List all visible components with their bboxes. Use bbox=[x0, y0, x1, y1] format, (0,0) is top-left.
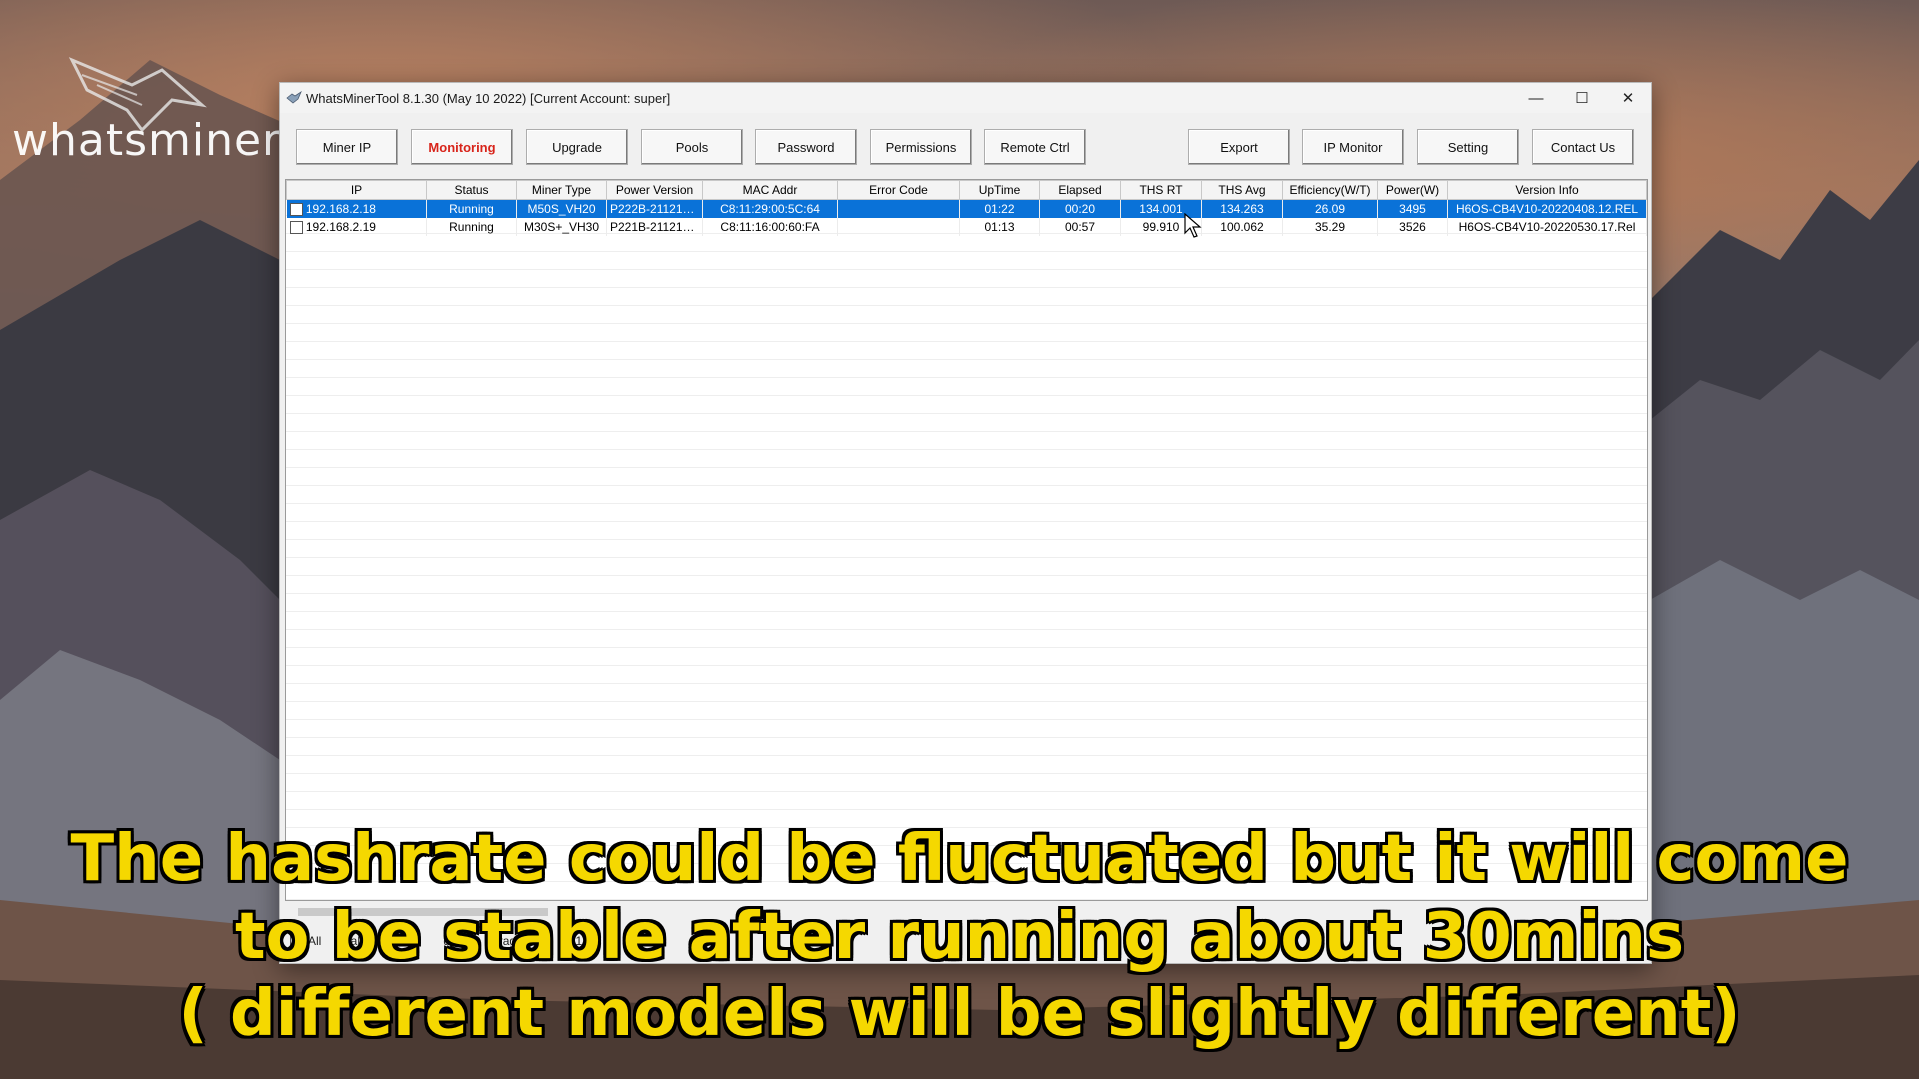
close-button[interactable]: ✕ bbox=[1605, 83, 1651, 113]
ip-monitor-button[interactable]: IP Monitor bbox=[1302, 129, 1404, 165]
ths-avg-cell: 134.263 bbox=[1201, 199, 1283, 218]
column-header-power-version[interactable]: Power Version bbox=[606, 180, 703, 200]
minimize-button[interactable]: — bbox=[1513, 83, 1559, 113]
ip-text: 192.168.2.19 bbox=[305, 219, 376, 234]
uptime-cell: 01:13 bbox=[959, 218, 1040, 236]
contact-us-button[interactable]: Contact Us bbox=[1532, 129, 1634, 165]
maximize-button[interactable]: ☐ bbox=[1559, 83, 1605, 113]
column-header-efficiency[interactable]: Efficiency(W/T) bbox=[1282, 180, 1378, 200]
row-checkbox[interactable] bbox=[289, 221, 303, 235]
table-header-row: IP Status Miner Type Power Version MAC A… bbox=[286, 180, 1647, 200]
uptime-cell: 01:22 bbox=[959, 199, 1040, 218]
table-row[interactable]: 192.168.2.19 Running M30S+_VH30 P221B-21… bbox=[286, 218, 1647, 236]
ths-avg-cell: 100.062 bbox=[1201, 218, 1283, 236]
miner-table: IP Status Miner Type Power Version MAC A… bbox=[285, 179, 1648, 901]
export-button[interactable]: Export bbox=[1188, 129, 1290, 165]
setting-button[interactable]: Setting bbox=[1417, 129, 1519, 165]
subtitle-line-1: The hashrate could be fluctuated but it … bbox=[70, 822, 1849, 896]
column-header-version-info[interactable]: Version Info bbox=[1447, 180, 1647, 200]
monitoring-button[interactable]: Monitoring bbox=[411, 129, 513, 165]
ip-cell[interactable]: 192.168.2.19 bbox=[286, 218, 427, 236]
miner-ip-button[interactable]: Miner IP bbox=[296, 129, 398, 165]
efficiency-cell: 35.29 bbox=[1282, 218, 1378, 236]
miner-type-cell: M50S_VH20 bbox=[516, 199, 607, 218]
column-header-miner-type[interactable]: Miner Type bbox=[516, 180, 607, 200]
title-bar[interactable]: WhatsMinerTool 8.1.30 (May 10 2022) [Cur… bbox=[280, 83, 1651, 113]
mouse-cursor-icon bbox=[1184, 213, 1202, 238]
permissions-button[interactable]: Permissions bbox=[870, 129, 972, 165]
elapsed-cell: 00:57 bbox=[1039, 218, 1121, 236]
subtitle-line-3: ( different models will be slightly diff… bbox=[178, 977, 1741, 1051]
column-header-error-code[interactable]: Error Code bbox=[837, 180, 960, 200]
row-checkbox[interactable] bbox=[289, 203, 303, 217]
elapsed-cell: 00:20 bbox=[1039, 199, 1121, 218]
pools-button[interactable]: Pools bbox=[641, 129, 743, 165]
status-cell: Running bbox=[426, 218, 517, 236]
column-header-power[interactable]: Power(W) bbox=[1377, 180, 1448, 200]
power-version-cell: P221B-211217... bbox=[606, 218, 703, 236]
miner-type-cell: M30S+_VH30 bbox=[516, 218, 607, 236]
table-row[interactable]: 192.168.2.18 Running M50S_VH20 P222B-211… bbox=[286, 199, 1647, 218]
column-header-ip[interactable]: IP bbox=[286, 180, 427, 200]
whatsminer-logo-text: whatsminer bbox=[12, 115, 282, 166]
error-code-cell bbox=[837, 218, 960, 236]
status-cell: Running bbox=[426, 199, 517, 218]
power-cell: 3495 bbox=[1377, 199, 1448, 218]
power-version-cell: P222B-211217... bbox=[606, 199, 703, 218]
remote-ctrl-button[interactable]: Remote Ctrl bbox=[984, 129, 1086, 165]
mac-addr-cell: C8:11:29:00:5C:64 bbox=[702, 199, 838, 218]
column-header-ths-avg[interactable]: THS Avg bbox=[1201, 180, 1283, 200]
version-info-cell: H6OS-CB4V10-20220530.17.Rel bbox=[1447, 218, 1647, 236]
ip-text: 192.168.2.18 bbox=[305, 201, 376, 216]
upgrade-button[interactable]: Upgrade bbox=[526, 129, 628, 165]
column-header-elapsed[interactable]: Elapsed bbox=[1039, 180, 1121, 200]
column-header-status[interactable]: Status bbox=[426, 180, 517, 200]
error-code-cell bbox=[837, 199, 960, 218]
mac-addr-cell: C8:11:16:00:60:FA bbox=[702, 218, 838, 236]
window-title: WhatsMinerTool 8.1.30 (May 10 2022) [Cur… bbox=[306, 90, 671, 106]
column-header-uptime[interactable]: UpTime bbox=[959, 180, 1040, 200]
column-header-mac-addr[interactable]: MAC Addr bbox=[702, 180, 838, 200]
password-button[interactable]: Password bbox=[755, 129, 857, 165]
version-info-cell: H6OS-CB4V10-20220408.12.REL bbox=[1447, 199, 1647, 218]
app-icon bbox=[286, 91, 302, 104]
ip-cell[interactable]: 192.168.2.18 bbox=[286, 199, 427, 218]
efficiency-cell: 26.09 bbox=[1282, 199, 1378, 218]
subtitle-line-2: to be stable after running about 30mins bbox=[234, 900, 1685, 974]
power-cell: 3526 bbox=[1377, 218, 1448, 236]
column-header-ths-rt[interactable]: THS RT bbox=[1120, 180, 1202, 200]
